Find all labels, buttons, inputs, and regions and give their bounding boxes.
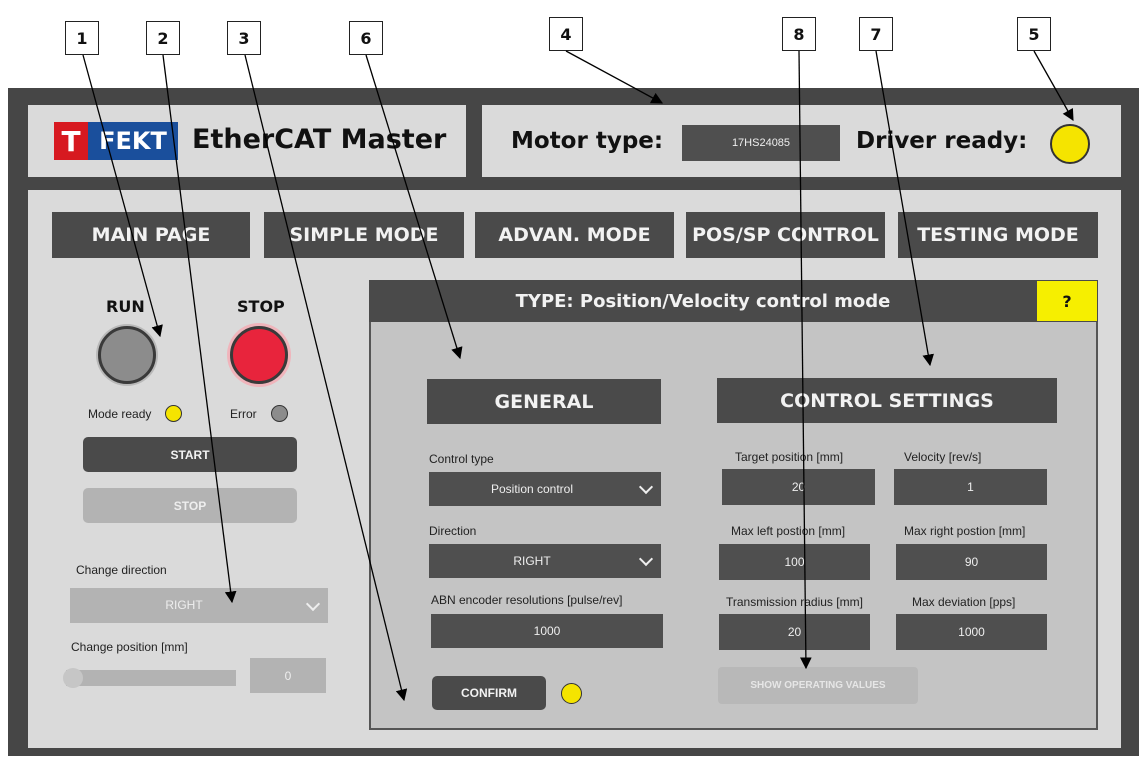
mode-ready-label: Mode ready [88, 407, 152, 421]
abn-encoder-field[interactable]: 1000 [431, 614, 663, 648]
help-button[interactable]: ? [1037, 281, 1097, 321]
max-deviation-field[interactable]: 1000 [896, 614, 1047, 650]
confirm-button[interactable]: CONFIRM [432, 676, 546, 710]
driver-ready-lamp [1050, 124, 1090, 164]
max-left-position-field[interactable]: 100 [719, 544, 870, 580]
confirm-lamp [561, 683, 582, 704]
control-type-select[interactable]: Position control [429, 472, 661, 506]
callout-5: 5 [1017, 17, 1051, 51]
nav-testing-mode[interactable]: TESTING MODE [898, 212, 1098, 258]
callout-1: 1 [65, 21, 99, 55]
position-slider-thumb[interactable] [63, 668, 83, 688]
control-type-value: Position control [490, 482, 574, 496]
max-left-position-label: Max left postion [mm] [731, 524, 846, 538]
motor-type-label: Motor type: [511, 128, 664, 154]
nav-advan-mode[interactable]: ADVAN. MODE [475, 212, 674, 258]
transmission-radius-label: Transmission radius [mm] [726, 595, 863, 609]
change-direction-select[interactable]: RIGHT [70, 588, 328, 623]
max-right-position-label: Max right postion [mm] [904, 524, 1026, 538]
callout-8: 8 [782, 17, 816, 51]
abn-encoder-label: ABN encoder resolutions [pulse/rev] [431, 593, 623, 607]
change-position-field[interactable]: 0 [250, 658, 326, 693]
general-section-header: GENERAL [427, 379, 661, 424]
velocity-label: Velocity [rev/s] [904, 450, 982, 464]
callout-2: 2 [146, 21, 180, 55]
callout-7: 7 [859, 17, 893, 51]
stop-label: STOP [237, 297, 285, 316]
target-position-label: Target position [mm] [735, 450, 844, 464]
stop-button-round[interactable] [230, 326, 288, 384]
chevron-down-icon [305, 596, 321, 611]
max-deviation-label: Max deviation [pps] [912, 595, 1016, 609]
stop-button[interactable]: STOP [83, 488, 297, 523]
logo-fekt-block: FEKT [88, 122, 178, 160]
direction-label: Direction [429, 524, 477, 538]
change-direction-label: Change direction [76, 563, 167, 577]
run-button[interactable] [98, 326, 156, 384]
error-lamp [271, 405, 288, 422]
logo-t-block: T [54, 122, 88, 160]
run-label: RUN [106, 297, 145, 316]
show-operating-values-button[interactable]: SHOW OPERATING VALUES [718, 667, 918, 704]
target-position-field[interactable]: 20 [722, 469, 875, 505]
callout-4: 4 [549, 17, 583, 51]
transmission-radius-field[interactable]: 20 [719, 614, 870, 650]
nav-main-page[interactable]: MAIN PAGE [52, 212, 250, 258]
error-label: Error [230, 407, 257, 421]
control-settings-section-header: CONTROL SETTINGS [717, 378, 1057, 423]
change-direction-value: RIGHT [165, 598, 203, 612]
direction-value: RIGHT [513, 554, 551, 568]
start-button[interactable]: START [83, 437, 297, 472]
motor-type-field: 17HS24085 [682, 125, 840, 161]
fekt-logo: T FEKT [54, 122, 178, 160]
max-right-position-field[interactable]: 90 [896, 544, 1047, 580]
callout-6: 6 [349, 21, 383, 55]
mode-ready-lamp [165, 405, 182, 422]
control-type-label: Control type [429, 452, 494, 466]
type-title: TYPE: Position/Velocity control mode [515, 290, 891, 312]
app-title: EtherCAT Master [192, 124, 447, 155]
velocity-field[interactable]: 1 [894, 469, 1047, 505]
nav-simple-mode[interactable]: SIMPLE MODE [264, 212, 464, 258]
change-position-label: Change position [mm] [71, 640, 188, 654]
driver-ready-label: Driver ready: [856, 128, 1028, 154]
chevron-down-icon [638, 479, 654, 495]
nav-pos-sp-control[interactable]: POS/SP CONTROL [686, 212, 885, 258]
callout-3: 3 [227, 21, 261, 55]
position-slider-track[interactable] [66, 670, 236, 686]
direction-select[interactable]: RIGHT [429, 544, 661, 578]
chevron-down-icon [638, 551, 654, 567]
